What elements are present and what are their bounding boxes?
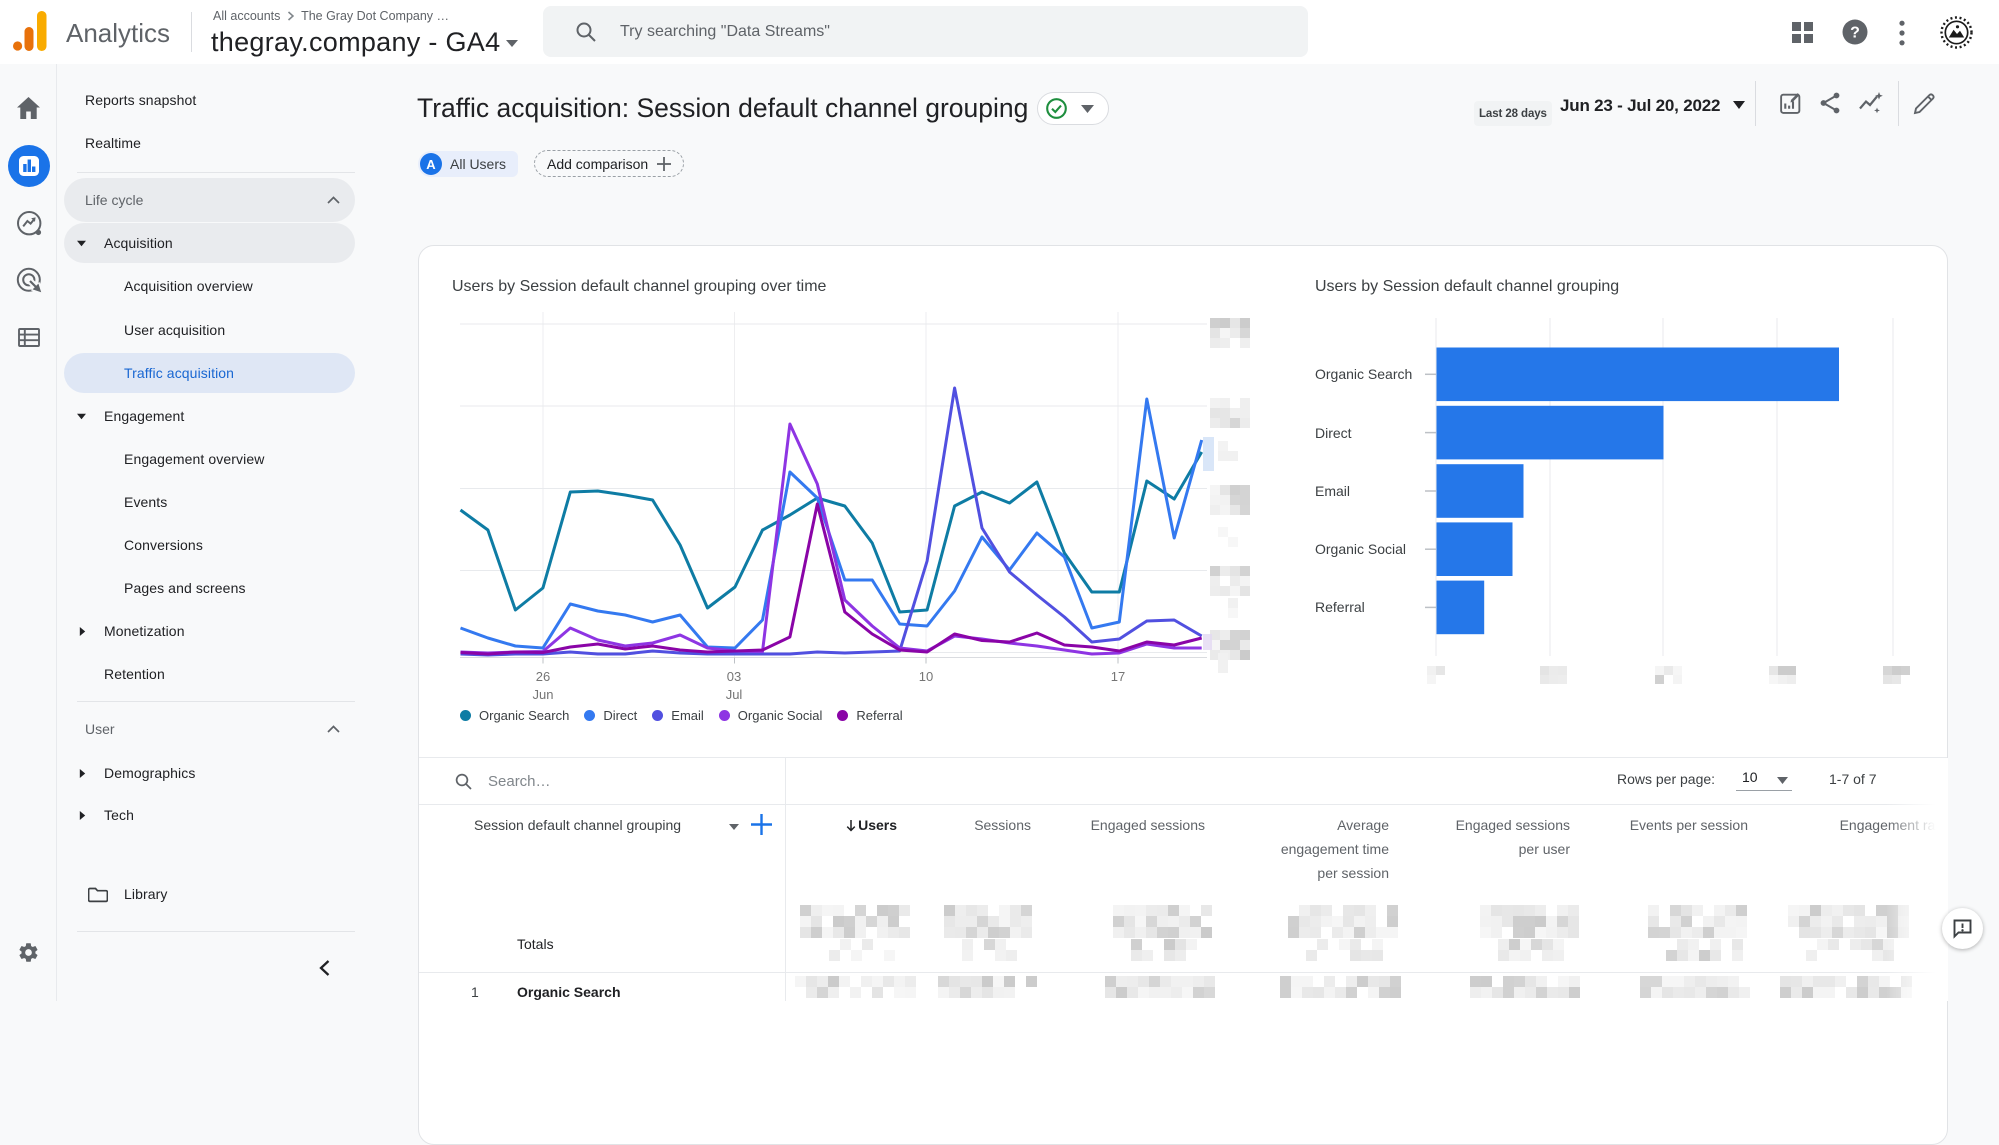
svg-text:?: ? — [1850, 25, 1860, 42]
